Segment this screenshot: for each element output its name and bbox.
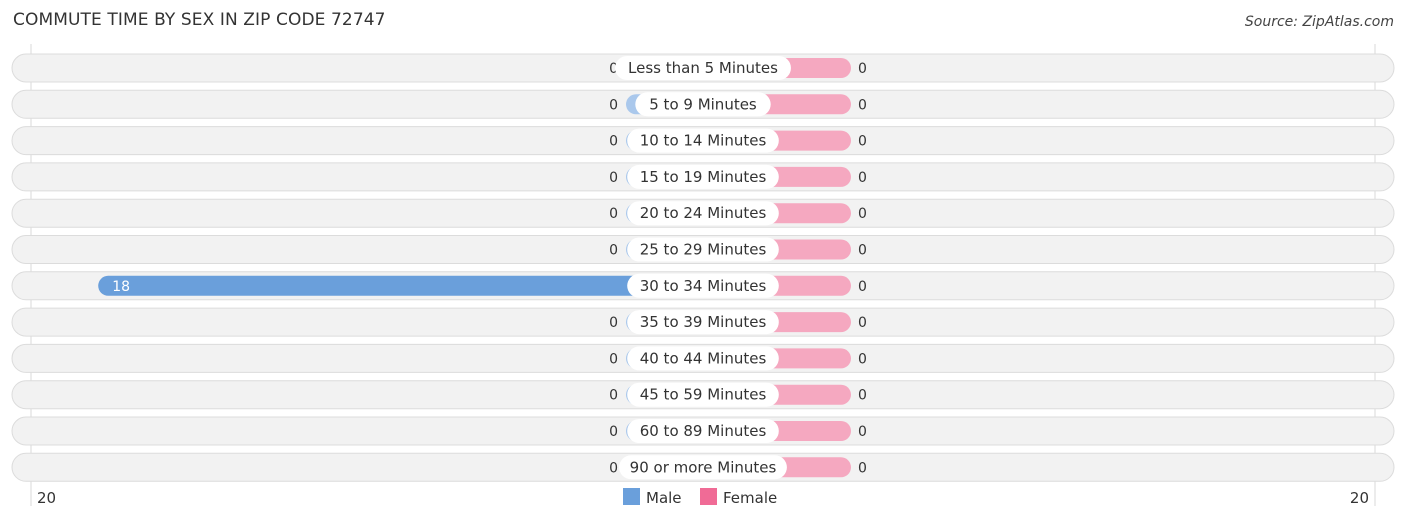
category-label: 30 to 34 Minutes: [640, 277, 767, 295]
female-value-label: 0: [858, 315, 867, 331]
female-value-label: 0: [858, 460, 867, 476]
male-value-label: 0: [609, 424, 618, 440]
female-value-label: 0: [858, 351, 867, 367]
female-value-label: 0: [858, 206, 867, 222]
female-value-label: 0: [858, 134, 867, 150]
category-label: 90 or more Minutes: [630, 458, 777, 476]
legend-label-male: Male: [646, 489, 682, 507]
female-value-label: 0: [858, 388, 867, 404]
category-label: 60 to 89 Minutes: [640, 422, 767, 440]
female-value-label: 0: [858, 170, 867, 186]
female-value-label: 0: [858, 243, 867, 259]
female-value-label: 0: [858, 97, 867, 113]
category-label: 10 to 14 Minutes: [640, 132, 767, 150]
category-label: 40 to 44 Minutes: [640, 349, 767, 367]
axis-label-right: 20: [1350, 489, 1369, 507]
male-value-label: 18: [112, 279, 130, 295]
male-bar: [98, 275, 703, 296]
female-value-label: 0: [858, 61, 867, 77]
axis-label-left: 20: [37, 489, 56, 507]
male-value-label: 0: [609, 315, 618, 331]
category-label: Less than 5 Minutes: [628, 59, 778, 77]
male-value-label: 0: [609, 243, 618, 259]
female-value-label: 0: [858, 279, 867, 295]
category-label: 35 to 39 Minutes: [640, 313, 767, 331]
male-value-label: 0: [609, 134, 618, 150]
legend-label-female: Female: [723, 489, 777, 507]
category-label: 45 to 59 Minutes: [640, 386, 767, 404]
chart: 0 0 Less than 5 Minutes 0 0 5 to 9 Minutes 0 0 1…: [11, 44, 1395, 507]
male-value-label: 0: [609, 460, 618, 476]
male-value-label: 0: [609, 206, 618, 222]
category-label: 15 to 19 Minutes: [640, 168, 767, 186]
legend-swatch-male: [623, 488, 640, 505]
male-value-label: 0: [609, 170, 618, 186]
category-label: 20 to 24 Minutes: [640, 204, 767, 222]
category-label: 5 to 9 Minutes: [649, 95, 757, 113]
male-value-label: 0: [609, 97, 618, 113]
legend-swatch-female: [700, 488, 717, 505]
category-label: 25 to 29 Minutes: [640, 241, 767, 259]
male-value-label: 0: [609, 388, 618, 404]
female-value-label: 0: [858, 424, 867, 440]
male-value-label: 0: [609, 351, 618, 367]
